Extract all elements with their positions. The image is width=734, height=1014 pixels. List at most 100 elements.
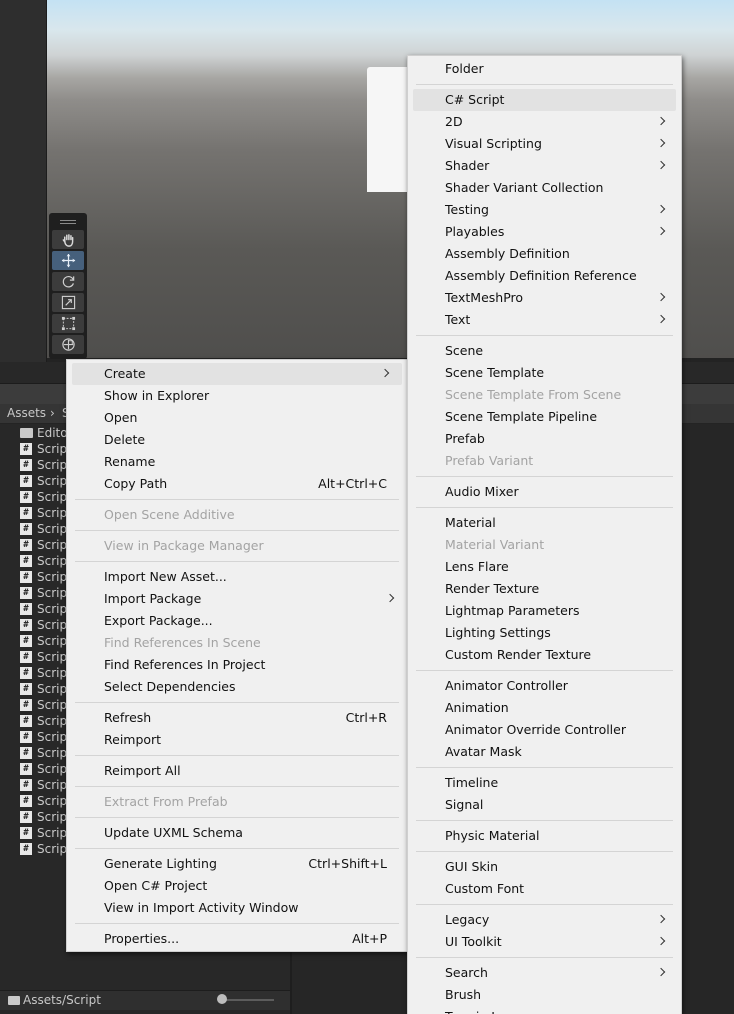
create-item-timeline[interactable]: Timeline — [408, 772, 681, 794]
csharp-script-icon: # — [20, 795, 32, 807]
move-tool-button[interactable] — [52, 251, 84, 270]
breadcrumb-separator: › — [50, 406, 55, 420]
create-item-c-script[interactable]: C# Script — [413, 89, 676, 111]
create-item-lightmap-parameters[interactable]: Lightmap Parameters — [408, 600, 681, 622]
create-item-audio-mixer[interactable]: Audio Mixer — [408, 481, 681, 503]
create-item-assembly-definition-reference[interactable]: Assembly Definition Reference — [408, 265, 681, 287]
create-item-2d[interactable]: 2D — [408, 111, 681, 133]
menu-item-show-in-explorer[interactable]: Show in Explorer — [67, 385, 407, 407]
tool-palette-grip-handle[interactable] — [52, 216, 84, 228]
tree-item-label: Scrip — [37, 442, 68, 456]
create-item-legacy[interactable]: Legacy — [408, 909, 681, 931]
create-item-animator-override-controller[interactable]: Animator Override Controller — [408, 719, 681, 741]
menu-item-properties[interactable]: Properties... Alt+P — [67, 928, 407, 950]
rotate-tool-button[interactable] — [52, 272, 84, 291]
create-item-terrain-layer[interactable]: Terrain Layer — [408, 1006, 681, 1014]
tree-item-label: Scrip — [37, 842, 68, 856]
menu-item-refresh[interactable]: Refresh Ctrl+R — [67, 707, 407, 729]
menu-item-open[interactable]: Open — [67, 407, 407, 429]
menu-item-label: Scene Template From Scene — [445, 387, 622, 402]
menu-item-update-uxml-schema[interactable]: Update UXML Schema — [67, 822, 407, 844]
scale-tool-button[interactable] — [52, 293, 84, 312]
hand-icon — [62, 234, 73, 247]
create-item-playables[interactable]: Playables — [408, 221, 681, 243]
menu-item-export-package[interactable]: Export Package... — [67, 610, 407, 632]
menu-item-label: Update UXML Schema — [104, 825, 243, 840]
create-item-animator-controller[interactable]: Animator Controller — [408, 675, 681, 697]
menu-item-label: Physic Material — [445, 828, 540, 843]
create-item-ui-toolkit[interactable]: UI Toolkit — [408, 931, 681, 953]
transform-tool-button[interactable] — [52, 335, 84, 354]
menu-item-generate-lighting[interactable]: Generate Lighting Ctrl+Shift+L — [67, 853, 407, 875]
menu-separator — [408, 847, 681, 856]
create-item-textmeshpro[interactable]: TextMeshPro — [408, 287, 681, 309]
hand-tool-button[interactable] — [52, 230, 84, 249]
menu-item-label: Extract From Prefab — [104, 794, 228, 809]
menu-item-shortcut: Alt+Ctrl+C — [318, 476, 387, 491]
create-item-material[interactable]: Material — [408, 512, 681, 534]
create-item-scene-template[interactable]: Scene Template — [408, 362, 681, 384]
create-item-avatar-mask[interactable]: Avatar Mask — [408, 741, 681, 763]
csharp-script-icon: # — [20, 539, 32, 551]
create-item-physic-material[interactable]: Physic Material — [408, 825, 681, 847]
project-status-bar: Assets/Script — [0, 990, 290, 1010]
menu-item-create[interactable]: Create — [72, 363, 402, 385]
menu-item-label: Terrain Layer — [445, 1009, 526, 1014]
create-item-scene-template-pipeline[interactable]: Scene Template Pipeline — [408, 406, 681, 428]
create-item-testing[interactable]: Testing — [408, 199, 681, 221]
create-item-scene[interactable]: Scene — [408, 340, 681, 362]
zoom-slider-track[interactable] — [219, 999, 274, 1001]
menu-item-view-in-import-activity-window[interactable]: View in Import Activity Window — [67, 897, 407, 919]
create-item-search[interactable]: Search — [408, 962, 681, 984]
menu-item-import-new-asset[interactable]: Import New Asset... — [67, 566, 407, 588]
create-item-custom-render-texture[interactable]: Custom Render Texture — [408, 644, 681, 666]
tree-item-label: Scrip — [37, 602, 68, 616]
menu-item-label: TextMeshPro — [445, 290, 524, 305]
zoom-slider-thumb[interactable] — [217, 994, 227, 1004]
tree-item-label: Scrip — [37, 730, 68, 744]
menu-item-label: Open Scene Additive — [104, 507, 235, 522]
create-item-lighting-settings[interactable]: Lighting Settings — [408, 622, 681, 644]
menu-item-delete[interactable]: Delete — [67, 429, 407, 451]
menu-item-reimport-all[interactable]: Reimport All — [67, 760, 407, 782]
csharp-script-icon: # — [20, 747, 32, 759]
tree-item-label: Scrip — [37, 554, 68, 568]
create-item-lens-flare[interactable]: Lens Flare — [408, 556, 681, 578]
tree-item-label: Scrip — [37, 666, 68, 680]
create-item-visual-scripting[interactable]: Visual Scripting — [408, 133, 681, 155]
menu-item-view-in-package-manager: View in Package Manager — [67, 535, 407, 557]
rect-tool-button[interactable] — [52, 314, 84, 333]
create-item-text[interactable]: Text — [408, 309, 681, 331]
create-item-gui-skin[interactable]: GUI Skin — [408, 856, 681, 878]
menu-item-import-package[interactable]: Import Package — [67, 588, 407, 610]
menu-separator — [67, 919, 407, 928]
create-item-prefab[interactable]: Prefab — [408, 428, 681, 450]
menu-item-label: GUI Skin — [445, 859, 499, 874]
context-menu: Create Show in Explorer Open Delete Rename Co… — [66, 359, 408, 952]
tree-item-label: Scrip — [37, 698, 68, 712]
menu-item-select-dependencies[interactable]: Select Dependencies — [67, 676, 407, 698]
create-item-signal[interactable]: Signal — [408, 794, 681, 816]
menu-item-label: Visual Scripting — [445, 136, 542, 151]
menu-item-find-references-in-project[interactable]: Find References In Project — [67, 654, 407, 676]
breadcrumb-assets[interactable]: Assets — [7, 406, 46, 420]
create-item-assembly-definition[interactable]: Assembly Definition — [408, 243, 681, 265]
create-item-shader[interactable]: Shader — [408, 155, 681, 177]
menu-item-label: Open C# Project — [104, 878, 208, 893]
create-item-brush[interactable]: Brush — [408, 984, 681, 1006]
menu-item-reimport[interactable]: Reimport — [67, 729, 407, 751]
menu-item-rename[interactable]: Rename — [67, 451, 407, 473]
create-item-render-texture[interactable]: Render Texture — [408, 578, 681, 600]
menu-item-label: UI Toolkit — [445, 934, 502, 949]
menu-item-copy-path[interactable]: Copy Path Alt+Ctrl+C — [67, 473, 407, 495]
tree-item-label: Scrip — [37, 458, 68, 472]
tree-item-label: Scrip — [37, 634, 68, 648]
create-item-custom-font[interactable]: Custom Font — [408, 878, 681, 900]
menu-separator — [408, 763, 681, 772]
menu-item-label: View in Package Manager — [104, 538, 264, 553]
create-item-folder[interactable]: Folder — [408, 58, 681, 80]
menu-item-open-c-project[interactable]: Open C# Project — [67, 875, 407, 897]
create-item-shader-variant-collection[interactable]: Shader Variant Collection — [408, 177, 681, 199]
tree-item-label: Scrip — [37, 650, 68, 664]
create-item-animation[interactable]: Animation — [408, 697, 681, 719]
